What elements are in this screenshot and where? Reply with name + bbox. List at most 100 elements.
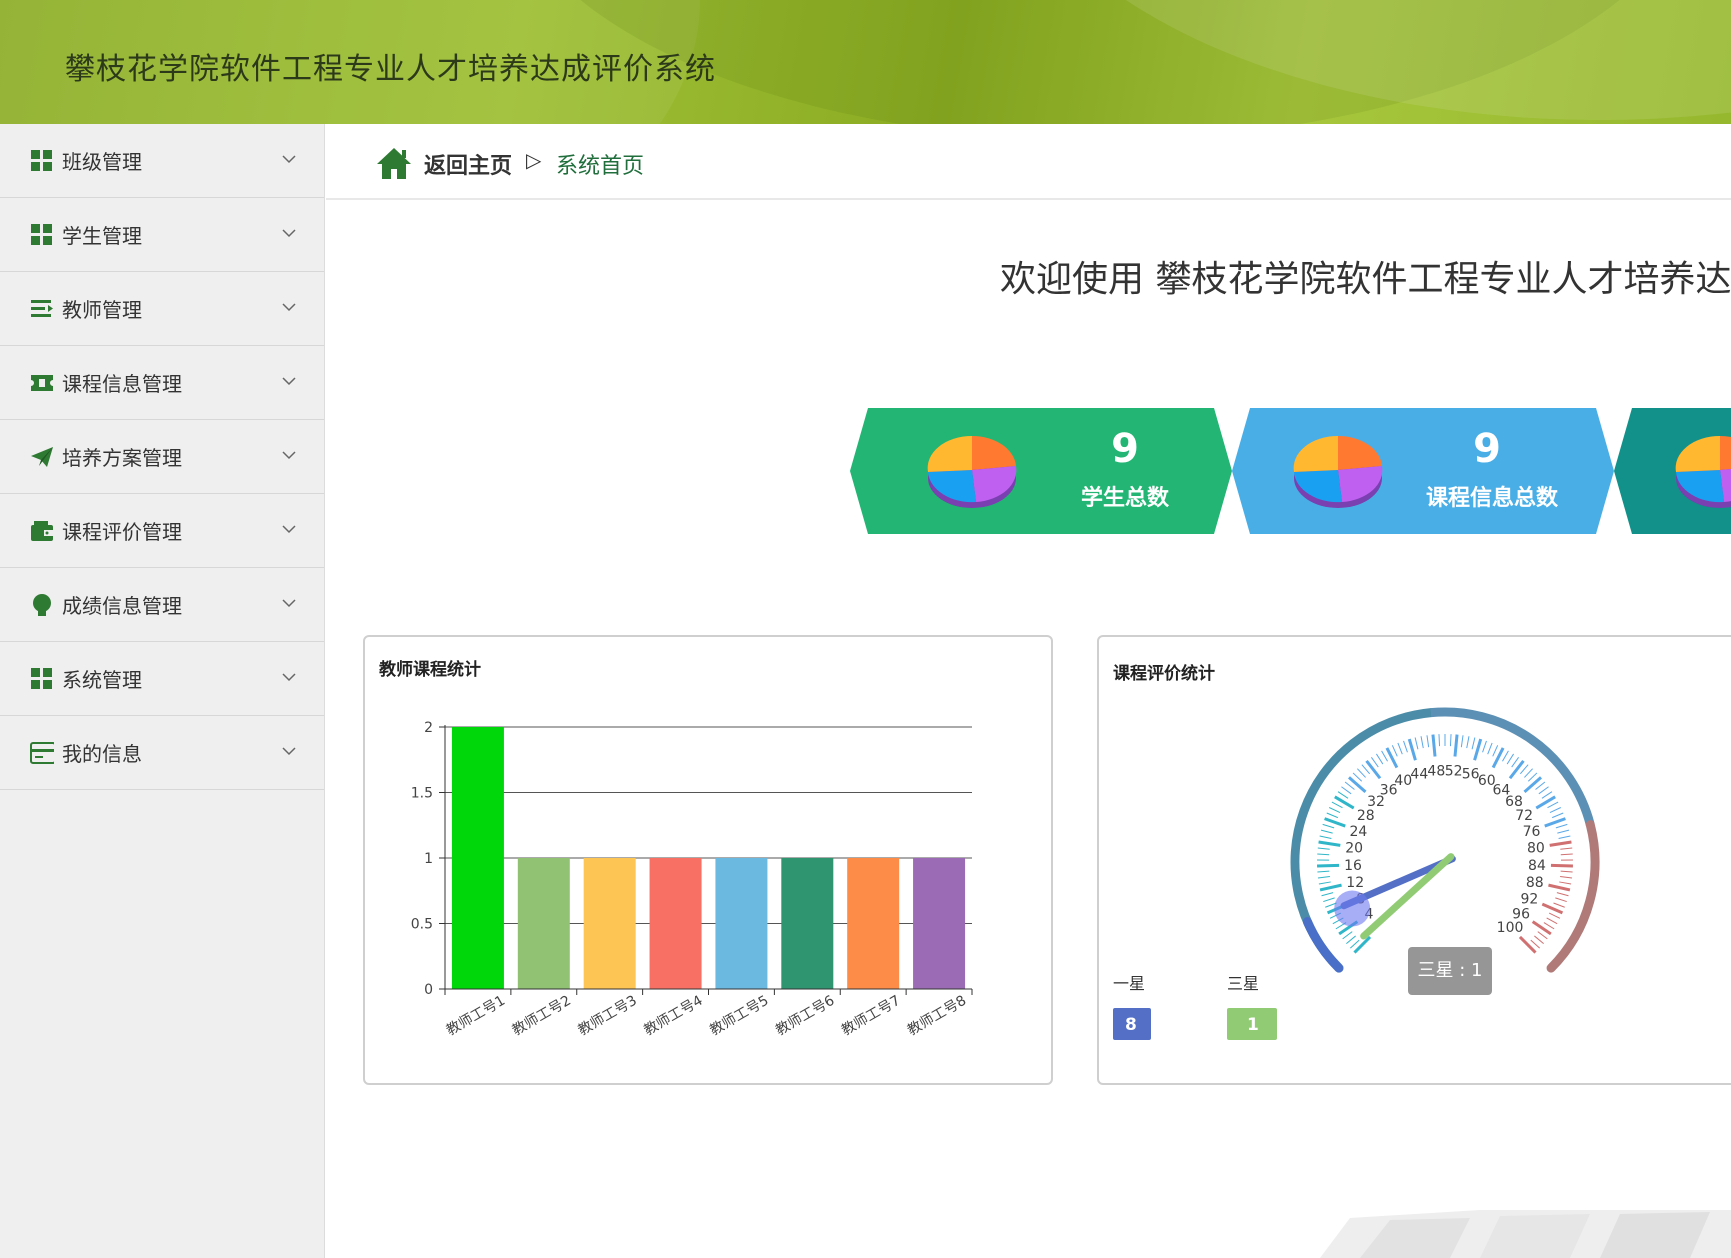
gauge-tick bbox=[1530, 939, 1541, 949]
gauge-tick bbox=[1407, 738, 1417, 761]
sidebar-item-class[interactable]: 班级管理 bbox=[0, 124, 324, 198]
stat-card-courses: 9 课程信息总数 bbox=[1232, 408, 1614, 534]
bar bbox=[715, 858, 768, 989]
gauge-tick bbox=[1321, 892, 1334, 897]
pie-chart-icon bbox=[1293, 435, 1383, 508]
gauge-emphasis bbox=[1334, 890, 1371, 927]
gauge-tick bbox=[1331, 801, 1343, 809]
sidebar-item-plan[interactable]: 培养方案管理 bbox=[0, 420, 324, 494]
x-tick-label: 教师工号7 bbox=[839, 993, 903, 1039]
background-decoration bbox=[1320, 1210, 1731, 1258]
gauge-pointer bbox=[1360, 853, 1455, 940]
gauge-tick bbox=[1502, 750, 1509, 762]
bar bbox=[781, 858, 834, 989]
stat-label: 课程信息总数 bbox=[1425, 486, 1558, 511]
chevron-down-icon bbox=[282, 673, 296, 682]
welcome-heading: 欢迎使用 攀枝花学院软件工程专业人才培养达成 bbox=[1000, 259, 1731, 300]
gauge-tick bbox=[1537, 931, 1548, 940]
sidebar-item-grade[interactable]: 成绩信息管理 bbox=[0, 568, 324, 642]
gauge-tick bbox=[1352, 772, 1363, 782]
gauge-tick bbox=[1506, 753, 1515, 765]
gauge-tick-label: 44 bbox=[1410, 767, 1428, 783]
gauge-tick-label: 100 bbox=[1497, 920, 1524, 936]
gauge-tick bbox=[1460, 735, 1464, 748]
gauge-tick bbox=[1322, 823, 1335, 829]
gauge-tick bbox=[1317, 847, 1330, 850]
sidebar-item-system[interactable]: 系统管理 bbox=[0, 642, 324, 716]
chevron-down-icon bbox=[282, 229, 296, 238]
chevron-down-icon bbox=[282, 377, 296, 386]
chevron-down-icon bbox=[282, 303, 296, 312]
gauge-tick bbox=[1541, 791, 1553, 799]
app-title: 攀枝花学院软件工程专业人才培养达成评价系统 bbox=[65, 52, 716, 87]
sidebar-item-label: 系统管理 bbox=[62, 668, 142, 692]
gauge-tick bbox=[1534, 935, 1544, 944]
gauge-tick bbox=[1544, 817, 1566, 828]
chevron-down-icon bbox=[282, 599, 296, 608]
sidebar-item-label: 成绩信息管理 bbox=[62, 594, 182, 618]
sidebar-item-evaluation[interactable]: 课程评价管理 bbox=[0, 494, 324, 568]
teacher-course-panel: 教师课程统计 0 0.5 1 1.5 2 教师工号1 教师工号2 教师工号3 教师工号4 教师工号… bbox=[363, 635, 1053, 1085]
chevron-down-icon bbox=[282, 525, 296, 534]
gauge-tick bbox=[1317, 870, 1330, 873]
breadcrumb-separator: ▷ bbox=[526, 148, 542, 172]
sidebar-item-course[interactable]: 课程信息管理 bbox=[0, 346, 324, 420]
gauge-tick bbox=[1560, 870, 1573, 873]
gauge-tick bbox=[1551, 812, 1564, 819]
home-link[interactable]: 返回主页 bbox=[424, 148, 512, 180]
gauge-tick-label: 12 bbox=[1346, 875, 1364, 891]
gauge-tick-label: 16 bbox=[1344, 858, 1362, 874]
sidebar-item-profile[interactable]: 我的信息 bbox=[0, 716, 324, 790]
legend-value: 1 bbox=[1247, 1015, 1259, 1035]
gauge-tick bbox=[1560, 847, 1573, 850]
gauge-tick bbox=[1323, 897, 1335, 903]
gauge-tick bbox=[1357, 768, 1366, 778]
gauge-tick bbox=[1560, 876, 1573, 879]
gauge-tick bbox=[1511, 756, 1520, 768]
gauge-tick-label: 76 bbox=[1523, 824, 1541, 840]
gauge-tick bbox=[1550, 863, 1573, 868]
wallet-icon bbox=[30, 519, 54, 543]
gauge-tick bbox=[1508, 759, 1525, 780]
gauge-tick-label: 84 bbox=[1528, 858, 1546, 874]
gauge-tick bbox=[1524, 768, 1533, 778]
sidebar-item-label: 教师管理 bbox=[62, 298, 142, 322]
legend-name: 一星 bbox=[1113, 974, 1145, 993]
bar bbox=[649, 858, 702, 989]
x-tick-label: 教师工号4 bbox=[641, 993, 705, 1039]
gauge-tick bbox=[1555, 897, 1567, 903]
legend-name: 三星 bbox=[1227, 974, 1259, 993]
gauge-tick bbox=[1344, 781, 1355, 790]
gauge-tick bbox=[1559, 881, 1572, 885]
gauge-tick bbox=[1317, 876, 1330, 879]
grid-icon bbox=[30, 149, 54, 173]
gauge-tick bbox=[1531, 920, 1552, 936]
gauge-ring bbox=[1546, 820, 1600, 973]
card-icon bbox=[30, 741, 54, 765]
bar bbox=[847, 858, 900, 989]
gauge-tick bbox=[1375, 753, 1384, 765]
sidebar-item-label: 培养方案管理 bbox=[62, 446, 182, 470]
gauge-tick bbox=[1317, 853, 1330, 856]
gauge-tick bbox=[1337, 791, 1349, 799]
bar bbox=[913, 858, 966, 989]
breadcrumb: 返回主页 ▷ 系统首页 bbox=[326, 124, 1731, 200]
x-tick-label: 教师工号3 bbox=[575, 993, 639, 1039]
gauge-tick bbox=[1326, 812, 1339, 819]
gauge-tick bbox=[1334, 795, 1355, 810]
gauge-tick bbox=[1487, 742, 1493, 755]
gauge-tick-label: 20 bbox=[1345, 841, 1363, 857]
gauge-tick-label: 80 bbox=[1527, 841, 1545, 857]
x-tick-label: 教师工号5 bbox=[707, 993, 771, 1039]
gauge-tick bbox=[1403, 740, 1408, 753]
bulb-icon bbox=[30, 593, 54, 617]
gauge-tick bbox=[1319, 835, 1332, 839]
stat-value: 9 bbox=[1473, 426, 1501, 472]
ticket-icon bbox=[30, 371, 54, 395]
y-tick-label: 1.5 bbox=[411, 786, 433, 802]
sidebar-item-student[interactable]: 学生管理 bbox=[0, 198, 324, 272]
gauge-tick bbox=[1381, 750, 1388, 762]
sidebar-item-teacher[interactable]: 教师管理 bbox=[0, 272, 324, 346]
gauge-tick bbox=[1557, 829, 1570, 834]
home-icon[interactable] bbox=[376, 146, 412, 180]
